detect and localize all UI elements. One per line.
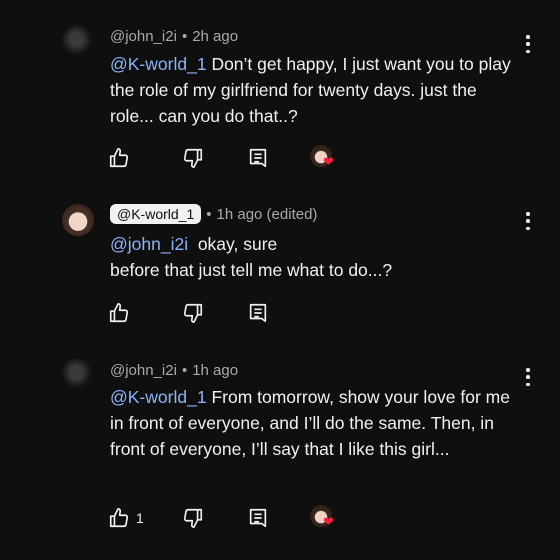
like-button[interactable] — [108, 302, 130, 324]
comment-meta: @john_i2i • 2h ago — [110, 28, 238, 45]
dislike-button[interactable] — [182, 507, 204, 529]
avatar[interactable] — [62, 358, 94, 390]
reply-button[interactable] — [247, 302, 269, 324]
heart-icon: ❤ — [323, 154, 334, 169]
separator: • — [181, 362, 188, 379]
comment-text: @K-world_1 Don’t get happy, I just want … — [110, 51, 512, 129]
reply-button[interactable] — [247, 147, 269, 169]
reply-button[interactable] — [247, 507, 269, 529]
comment-meta: @K-world_1 • 1h ago (edited) — [110, 204, 317, 224]
like-count: 1 — [136, 510, 144, 526]
comment-text: @john_i2i okay, sure before that just te… — [110, 231, 512, 283]
reply-icon — [249, 148, 267, 168]
comment-meta: @john_i2i • 1h ago — [110, 362, 238, 379]
author-name[interactable]: @john_i2i — [110, 362, 177, 379]
timestamp: 2h ago — [192, 28, 239, 45]
thumbs-up-icon — [109, 148, 129, 168]
like-button[interactable] — [108, 147, 130, 169]
thumbs-down-icon — [183, 303, 203, 323]
thumbs-up-icon — [109, 508, 129, 528]
comment-body-line-1: okay, sure — [197, 234, 278, 254]
timestamp: 1h ago (edited) — [216, 205, 318, 223]
creator-heart-badge: ❤ — [310, 145, 336, 171]
thumbs-down-icon — [183, 508, 203, 528]
comment-text: @K-world_1 From tomorrow, show your love… — [110, 384, 512, 462]
heart-icon: ❤ — [323, 514, 334, 529]
reply-icon — [249, 303, 267, 323]
author-name-pill[interactable]: @K-world_1 — [110, 204, 202, 224]
author-name[interactable]: @john_i2i — [110, 28, 177, 45]
avatar[interactable] — [62, 204, 94, 236]
thumbs-up-icon — [109, 303, 129, 323]
more-vertical-icon[interactable] — [521, 212, 535, 230]
comment-actions — [108, 302, 368, 324]
separator: • — [181, 28, 188, 45]
more-vertical-icon[interactable] — [521, 35, 535, 53]
timestamp: 1h ago — [192, 362, 239, 379]
mention-link[interactable]: @K-world_1 — [110, 387, 207, 407]
mention-link[interactable]: @K-world_1 — [110, 54, 207, 74]
separator: • — [206, 205, 212, 223]
dislike-button[interactable] — [182, 302, 204, 324]
creator-heart-badge: ❤ — [310, 505, 336, 531]
more-vertical-icon[interactable] — [521, 368, 535, 386]
comment-actions: 1 ❤ — [108, 505, 368, 531]
like-button[interactable]: 1 — [108, 507, 144, 529]
avatar[interactable] — [62, 25, 94, 57]
thumbs-down-icon — [183, 148, 203, 168]
comment-actions: ❤ — [108, 145, 368, 171]
comment-body-line-2: before that just tell me what to do...? — [110, 260, 393, 280]
mention-link[interactable]: @john_i2i — [110, 234, 188, 254]
reply-icon — [249, 508, 267, 528]
dislike-button[interactable] — [182, 147, 204, 169]
